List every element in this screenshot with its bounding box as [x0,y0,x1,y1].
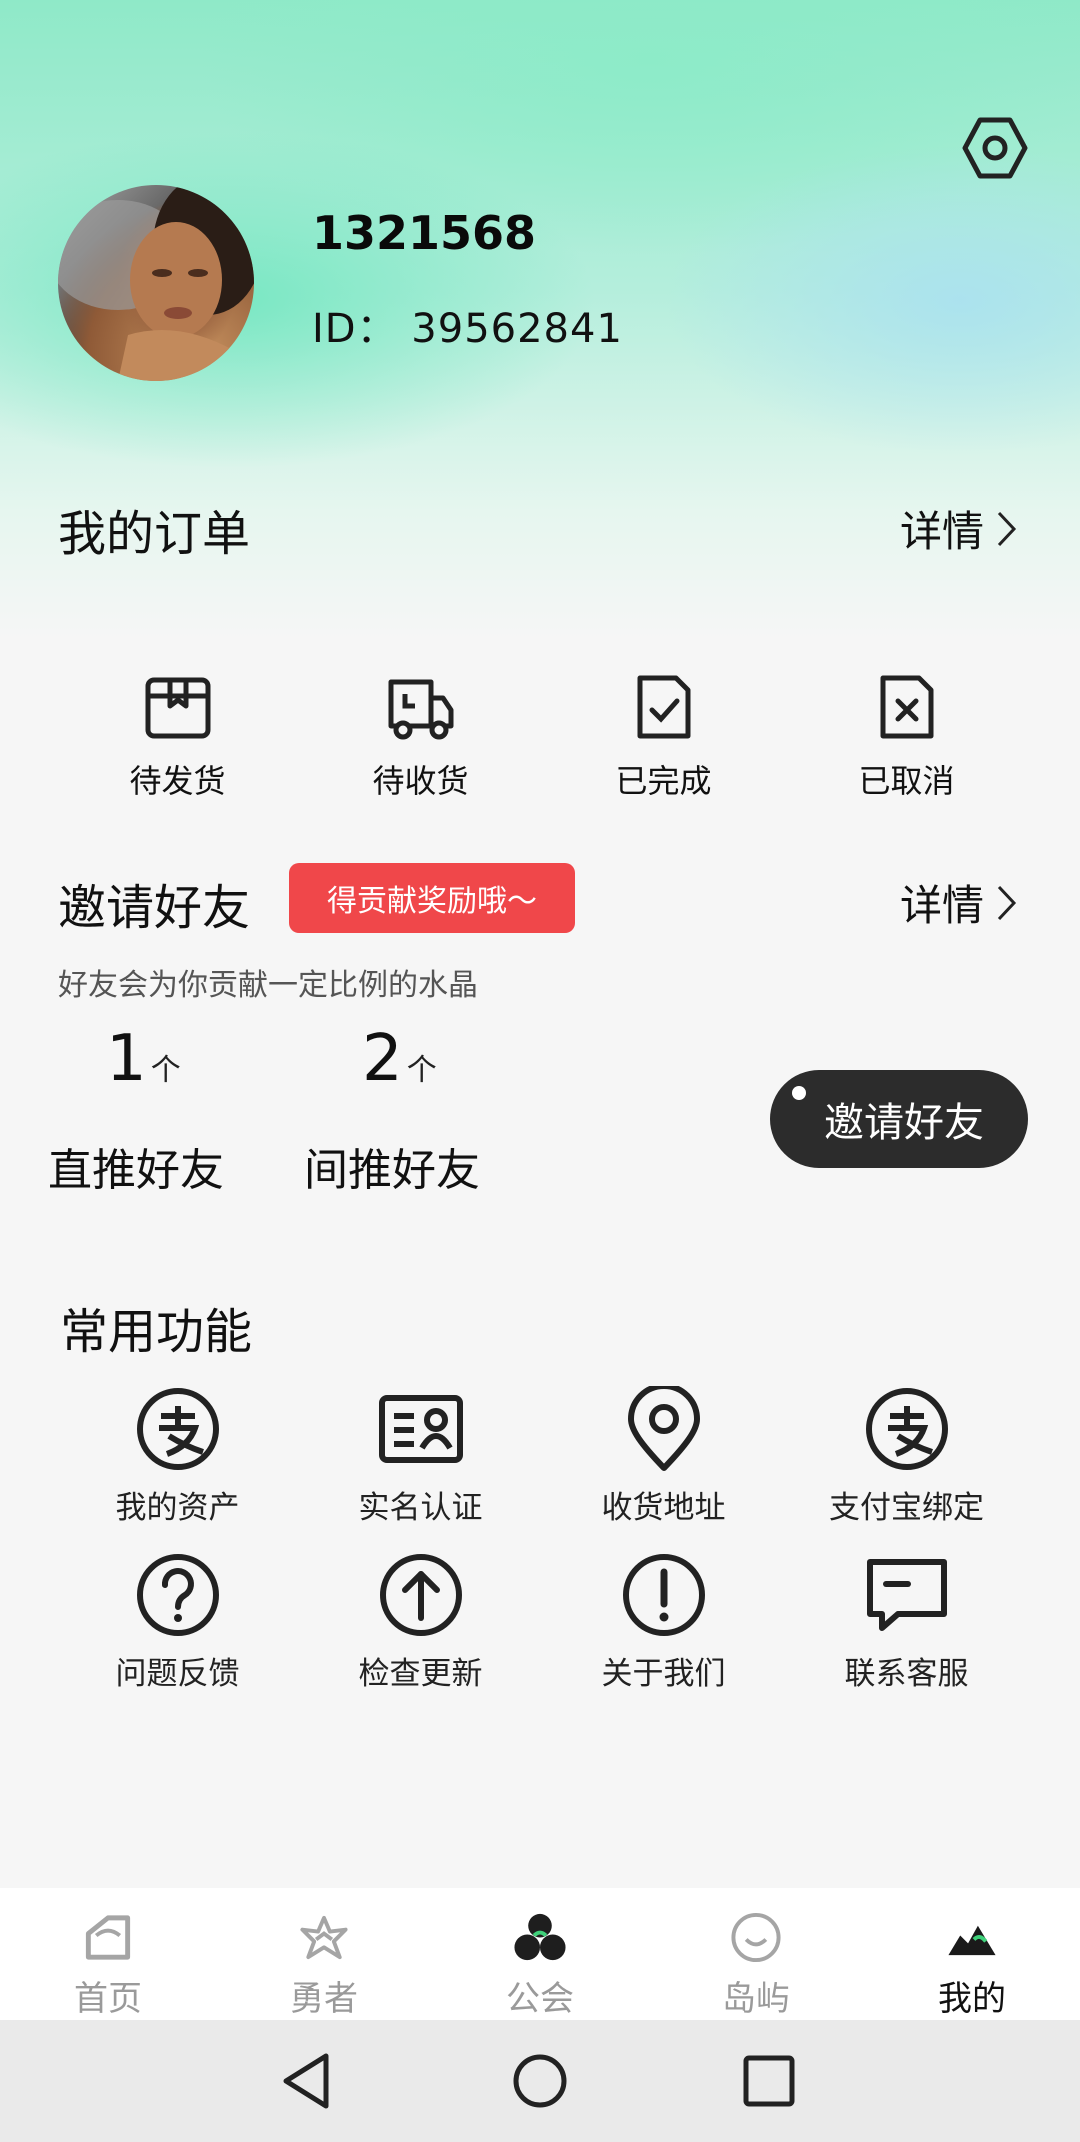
orders-title: 我的订单 [58,506,251,562]
home-circle-icon[interactable] [507,2048,573,2114]
box-icon [145,677,210,739]
chat-bubble-icon [866,1559,947,1631]
system-navigation-bar [0,2020,1080,2142]
avatar[interactable] [58,185,254,381]
user-id: ID： 39562841 [312,306,623,352]
direct-friends-count: 1个 [106,1022,181,1096]
tab-guild[interactable]: 公会 [432,1888,648,2020]
invite-title: 邀请好友 [58,880,251,936]
username: 1321568 [312,206,537,260]
question-icon [136,1554,219,1636]
home-icon [85,1915,131,1960]
function-label: 关于我们 [601,1656,726,1692]
tab-island[interactable]: 岛屿 [648,1888,864,2020]
order-pending-receive[interactable]: 待收货 [299,672,542,802]
tab-label: 勇者 [290,1979,358,2019]
order-cancelled[interactable]: 已取消 [785,672,1028,802]
direct-count-value: 1 [106,1022,147,1096]
tab-label: 我的 [938,1979,1006,2019]
order-label: 已取消 [858,762,955,800]
invite-subtitle: 好友会为你贡献一定比例的水晶 [58,968,478,1003]
chevron-right-icon [997,885,1017,920]
invite-friends-button[interactable]: 邀请好友 [770,1070,1028,1168]
chevron-right-icon [997,511,1017,546]
function-label: 我的资产 [115,1490,240,1526]
indirect-friends-label: 间推好友 [304,1145,480,1196]
function-customer-service[interactable]: 联系客服 [785,1552,1028,1693]
document-check-icon [637,675,690,739]
indirect-count-value: 2 [362,1022,403,1096]
function-label: 问题反馈 [115,1656,240,1692]
orders-detail-label: 详情 [900,507,985,556]
direct-friends-label: 直推好友 [48,1145,224,1196]
function-check-update[interactable]: 检查更新 [299,1552,542,1693]
id-card-icon [378,1395,463,1463]
location-pin-icon [627,1386,700,1471]
alipay-icon [865,1388,948,1470]
back-triangle-icon[interactable] [274,2048,340,2114]
exclamation-icon [622,1554,705,1636]
tab-mine[interactable]: 我的 [864,1888,1080,2020]
function-label: 检查更新 [358,1656,483,1692]
settings-hexagon-icon[interactable] [962,115,1028,181]
function-address[interactable]: 收货地址 [542,1386,785,1527]
tab-home[interactable]: 首页 [0,1888,216,2020]
star-icon [300,1915,348,1960]
tab-label: 岛屿 [722,1979,790,2019]
tab-label: 首页 [74,1979,142,2019]
order-label: 待收货 [372,762,469,800]
orders-detail-link[interactable]: 详情 [900,498,1018,559]
tab-label: 公会 [506,1979,574,2019]
invite-detail-link[interactable]: 详情 [900,872,1018,933]
order-label: 已完成 [615,762,712,800]
order-label: 待发货 [129,762,226,800]
function-feedback[interactable]: 问题反馈 [56,1552,299,1693]
function-real-name[interactable]: 实名认证 [299,1386,542,1527]
truck-icon [388,679,453,740]
guild-icon [514,1913,566,1961]
function-alipay-bind[interactable]: 支付宝绑定 [785,1386,1028,1527]
order-pending-ship[interactable]: 待发货 [56,672,299,802]
tab-hero[interactable]: 勇者 [216,1888,432,2020]
document-x-icon [880,675,933,739]
arrow-up-circle-icon [379,1554,462,1636]
island-icon [731,1912,781,1963]
functions-title: 常用功能 [60,1304,253,1360]
alipay-icon [136,1388,219,1470]
recents-square-icon[interactable] [736,2048,802,2114]
mountain-icon [948,1925,996,1956]
function-my-assets[interactable]: 我的资产 [56,1386,299,1527]
order-completed[interactable]: 已完成 [542,672,785,802]
invite-detail-label: 详情 [900,881,985,930]
invite-button-label: 邀请好友 [824,1100,984,1146]
function-label: 支付宝绑定 [829,1490,984,1526]
avatar-portrait-image [58,185,254,381]
indirect-friends-count: 2个 [362,1022,437,1096]
direct-count-unit: 个 [150,1053,181,1088]
bottom-tab-bar: 首页 勇者 公会 岛屿 我的 [0,1888,1080,2020]
indirect-count-unit: 个 [406,1053,437,1088]
function-label: 实名认证 [358,1490,483,1526]
reward-badge: 得贡献奖励哦～ [289,863,575,933]
function-label: 收货地址 [601,1490,726,1526]
function-label: 联系客服 [844,1656,969,1692]
button-dot-decoration [792,1086,806,1100]
function-about-us[interactable]: 关于我们 [542,1552,785,1693]
